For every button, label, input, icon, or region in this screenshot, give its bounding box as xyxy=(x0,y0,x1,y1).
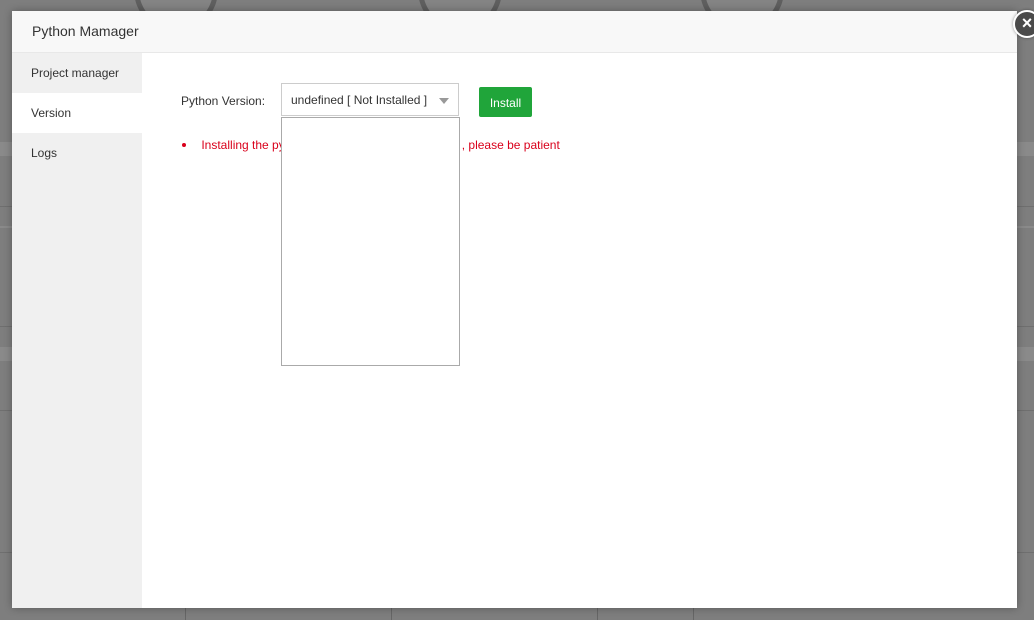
sidebar-item-label: Version xyxy=(31,106,72,120)
python-manager-dialog: Python Mamager × Project manager Version… xyxy=(12,10,1034,608)
close-icon: × xyxy=(1021,13,1033,33)
python-version-select[interactable]: undefined [ Not Installed ] xyxy=(281,83,459,116)
bullet-icon xyxy=(182,142,186,147)
sidebar: Project manager Version Logs xyxy=(12,53,142,608)
close-button[interactable]: × xyxy=(1013,10,1034,38)
sidebar-item-label: Project manager xyxy=(31,66,120,80)
select-value: undefined [ Not Installed ] xyxy=(291,93,428,107)
python-version-label: Python Version: xyxy=(181,94,266,108)
notice-text-start: Installing the py xyxy=(201,138,285,152)
notice-text-end: , please be patient xyxy=(461,138,560,152)
sidebar-item-logs[interactable]: Logs xyxy=(12,133,142,173)
sidebar-item-project-manager[interactable]: Project manager xyxy=(12,53,142,93)
install-button[interactable]: Install xyxy=(479,87,532,117)
chevron-down-icon xyxy=(439,98,449,104)
dialog-title: Python Mamager xyxy=(12,11,1017,53)
sidebar-item-label: Logs xyxy=(31,146,58,160)
sidebar-item-version[interactable]: Version xyxy=(12,93,142,133)
version-panel: Python Version: undefined [ Not Installe… xyxy=(142,53,1017,608)
python-version-dropdown-list[interactable] xyxy=(281,117,460,366)
